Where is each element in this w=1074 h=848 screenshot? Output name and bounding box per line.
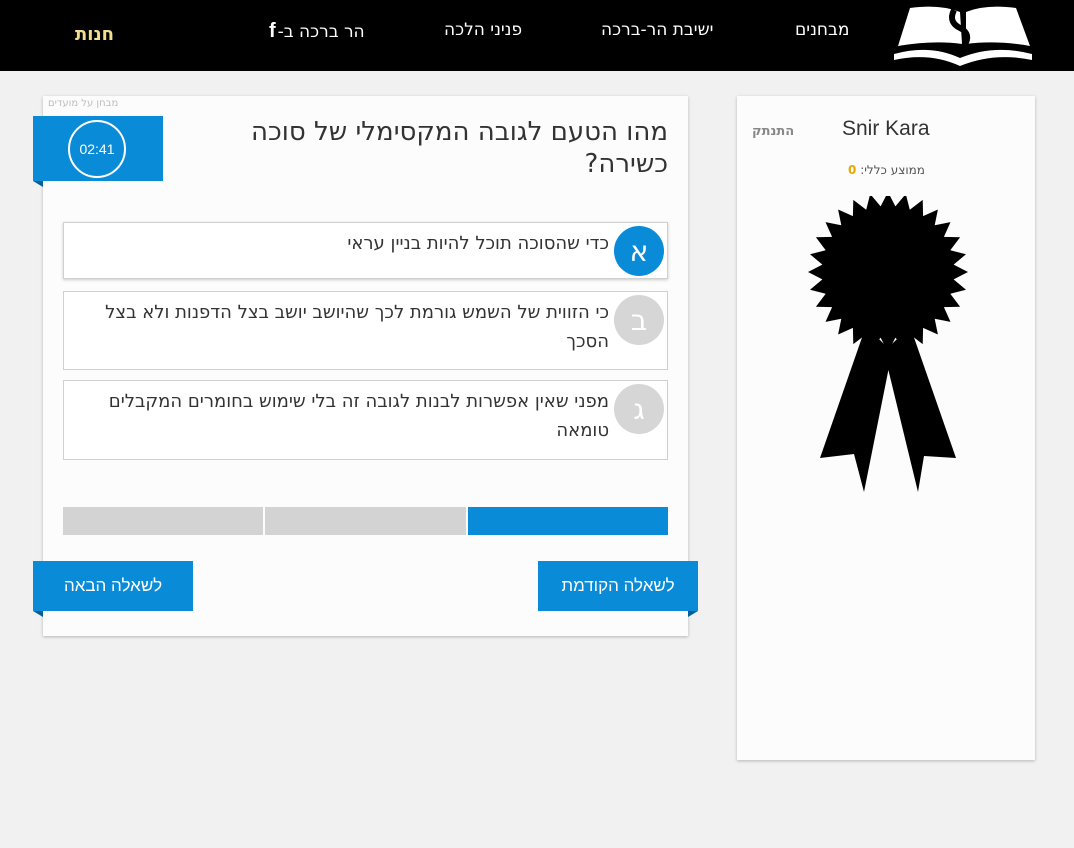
facebook-icon: f (269, 20, 276, 42)
answer-letter-badge: א (614, 226, 664, 276)
progress-segment-3 (63, 507, 264, 535)
question-title: מהו הטעם לגובה המקסימלי של סוכה כשירה? (251, 117, 668, 179)
nav-halacha[interactable]: פניני הלכה (444, 20, 522, 40)
user-name: Snir Kara (842, 117, 930, 140)
answer-option-b[interactable]: ב כי הזווית של השמש גורמת לכך שהיושב יוש… (63, 291, 668, 370)
timer-clock: 02:41 (68, 120, 126, 178)
nav-exams[interactable]: מבחנים (795, 20, 849, 40)
answer-option-c[interactable]: ג מפני שאין אפשרות לבנות לגובה זה בלי שי… (63, 380, 668, 460)
nav-yeshiva[interactable]: ישיבת הר-ברכה (601, 20, 713, 40)
timer-box: 02:41 (33, 116, 163, 181)
progress-segment-1 (467, 507, 668, 535)
average-score-value: 0 (848, 163, 857, 177)
open-book-logo-icon[interactable] (890, 2, 1036, 68)
answer-text: מפני שאין אפשרות לבנות לגובה זה בלי שימו… (108, 391, 609, 441)
button-ribbon-fold (33, 611, 43, 617)
next-question-button[interactable]: לשאלה הבאה (33, 561, 193, 611)
button-ribbon-fold (688, 611, 698, 617)
exam-subject-note: מבחן על מועדים (48, 98, 119, 109)
timer-ribbon-fold (33, 181, 43, 187)
answer-letter-badge: ג (614, 384, 664, 434)
nav-facebook-label: הר ברכה ב- (277, 22, 365, 42)
average-score-label: ממוצע כללי: (860, 163, 925, 177)
nav-store[interactable]: חנות (75, 24, 114, 45)
question-progress-bar (63, 507, 668, 535)
logout-link[interactable]: התנתק (752, 124, 794, 139)
progress-segment-2 (265, 507, 466, 535)
top-navbar: מבחנים ישיבת הר-ברכה פניני הלכה הר ברכה … (0, 0, 1074, 71)
answer-text: כי הזווית של השמש גורמת לכך שהיושב יושב … (105, 302, 609, 352)
answer-option-a[interactable]: א כדי שהסוכה תוכל להיות בניין עראי (63, 222, 668, 279)
average-score: ממוצע כללי: 0 (848, 163, 925, 177)
award-ribbon-icon (808, 196, 968, 492)
nav-facebook[interactable]: הר ברכה ב-f (269, 20, 365, 43)
answer-text: כדי שהסוכה תוכל להיות בניין עראי (347, 233, 609, 254)
answer-letter-badge: ב (614, 295, 664, 345)
previous-question-button[interactable]: לשאלה הקודמת (538, 561, 698, 611)
